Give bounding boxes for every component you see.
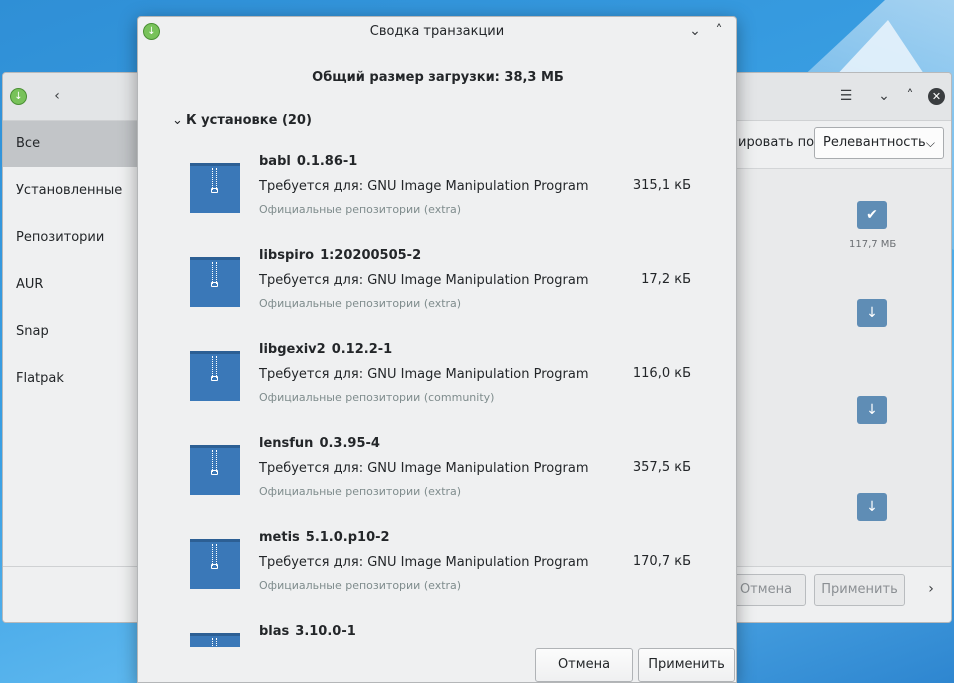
package-repository: Официальные репозитории (extra) bbox=[259, 297, 462, 310]
package-size: 116,0 кБ bbox=[632, 366, 691, 381]
package-version: 0.12.2-1 bbox=[331, 342, 393, 357]
package-name: lensfun 0.3.95-4 bbox=[259, 436, 380, 451]
install-button[interactable]: ↓ bbox=[857, 396, 887, 424]
package-version: 3.10.0-1 bbox=[295, 624, 356, 639]
package-name: libgexiv2 0.12.2-1 bbox=[259, 342, 393, 357]
package-required-by: Требуется для: GNU Image Manipulation Pr… bbox=[259, 555, 589, 570]
package-size: 357,5 кБ bbox=[632, 460, 691, 475]
sidebar-item-aur[interactable]: AUR bbox=[3, 262, 139, 308]
minimize-chevron-icon[interactable]: ⌄ bbox=[685, 22, 705, 42]
sidebar-item-repositories[interactable]: Репозитории bbox=[3, 215, 139, 261]
sidebar-item-installed[interactable]: Установленные bbox=[3, 168, 139, 214]
package-archive-icon bbox=[190, 163, 240, 213]
list-item: lensfun 0.3.95-4 Требуется для: GNU Image… bbox=[138, 429, 736, 523]
package-version: 1:20200505-2 bbox=[320, 248, 422, 263]
transaction-summary-dialog: ↓ Сводка транзакции ⌄ ˄ Общий размер заг… bbox=[137, 16, 737, 683]
package-archive-icon bbox=[190, 257, 240, 307]
installed-check-button[interactable]: ✔ bbox=[857, 201, 887, 229]
package-archive-icon bbox=[190, 633, 240, 647]
chevron-down-icon: ⌵ bbox=[925, 136, 935, 150]
apply-button[interactable]: Применить bbox=[638, 648, 735, 682]
sort-select[interactable]: Релевантность ⌵ bbox=[814, 127, 944, 159]
list-item: libgexiv2 0.12.2-1 Требуется для: GNU Ima… bbox=[138, 335, 736, 429]
chevron-right-icon[interactable]: › bbox=[921, 580, 941, 600]
list-item: metis 5.1.0.p10-2 Требуется для: GNU Imag… bbox=[138, 523, 736, 617]
install-button[interactable]: ↓ bbox=[857, 299, 887, 327]
list-item: libspiro 1:20200505-2 Требуется для: GNU … bbox=[138, 241, 736, 335]
download-size-heading: Общий размер загрузки: 38,3 МБ bbox=[312, 70, 564, 85]
package-version: 0.3.95-4 bbox=[319, 436, 380, 451]
app-download-icon: ↓ bbox=[10, 88, 27, 105]
sidebar-item-all[interactable]: Все bbox=[3, 121, 139, 167]
install-group-toggle[interactable]: ⌄ К установке (20) bbox=[172, 113, 312, 128]
package-archive-icon bbox=[190, 539, 240, 589]
package-required-by: Требуется для: GNU Image Manipulation Pr… bbox=[259, 367, 589, 382]
package-repository: Официальные репозитории (extra) bbox=[259, 579, 462, 592]
back-arrow-icon[interactable]: ‹ bbox=[47, 87, 67, 107]
package-repository: Официальные репозитории (community) bbox=[259, 391, 495, 404]
package-required-by: Требуется для: GNU Image Manipulation Pr… bbox=[259, 273, 589, 288]
package-archive-icon bbox=[190, 445, 240, 495]
cancel-button[interactable]: Отмена bbox=[726, 574, 806, 606]
package-archive-icon bbox=[190, 351, 240, 401]
list-item: babl 0.1.86-1 Требуется для: GNU Image Ma… bbox=[138, 147, 736, 241]
package-name: blas 3.10.0-1 bbox=[259, 624, 356, 639]
package-version: 5.1.0.p10-2 bbox=[305, 530, 390, 545]
package-required-by: Требуется для: GNU Image Manipulation Pr… bbox=[259, 179, 589, 194]
menu-icon[interactable]: ☰ bbox=[836, 87, 856, 107]
package-size: 315,1 кБ bbox=[632, 178, 691, 193]
maximize-chevron-icon[interactable]: ˄ bbox=[709, 22, 729, 42]
sidebar-item-flatpak[interactable]: Flatpak bbox=[3, 356, 139, 402]
sort-label: ировать по bbox=[738, 135, 815, 150]
maximize-chevron-icon[interactable]: ˄ bbox=[900, 87, 920, 107]
install-button[interactable]: ↓ bbox=[857, 493, 887, 521]
install-group-label: К установке (20) bbox=[186, 113, 312, 128]
package-size: 170,7 кБ bbox=[632, 554, 691, 569]
package-size: 17,2 кБ bbox=[641, 272, 691, 287]
package-version: 0.1.86-1 bbox=[296, 154, 358, 169]
package-repository: Официальные репозитории (extra) bbox=[259, 485, 462, 498]
package-list[interactable]: babl 0.1.86-1 Требуется для: GNU Image Ma… bbox=[138, 147, 736, 647]
package-name: metis 5.1.0.p10-2 bbox=[259, 530, 390, 545]
package-repository: Официальные репозитории (extra) bbox=[259, 203, 462, 216]
chevron-down-icon: ⌄ bbox=[172, 113, 183, 128]
sidebar: Все Установленные Репозитории AUR Snap F… bbox=[3, 121, 139, 566]
sort-select-value: Релевантность bbox=[823, 135, 926, 150]
list-item: blas 3.10.0-1 bbox=[138, 617, 736, 647]
cancel-button[interactable]: Отмена bbox=[535, 648, 633, 682]
minimize-chevron-icon[interactable]: ⌄ bbox=[874, 87, 894, 107]
dialog-title: Сводка транзакции bbox=[369, 24, 505, 39]
package-required-by: Требуется для: GNU Image Manipulation Pr… bbox=[259, 461, 589, 476]
close-icon[interactable]: ✕ bbox=[928, 88, 945, 105]
package-name: libspiro 1:20200505-2 bbox=[259, 248, 422, 263]
sidebar-item-snap[interactable]: Snap bbox=[3, 309, 139, 355]
installed-size: 117,7 МБ bbox=[849, 239, 897, 250]
package-name: babl 0.1.86-1 bbox=[259, 154, 358, 169]
apply-button[interactable]: Применить bbox=[814, 574, 905, 606]
